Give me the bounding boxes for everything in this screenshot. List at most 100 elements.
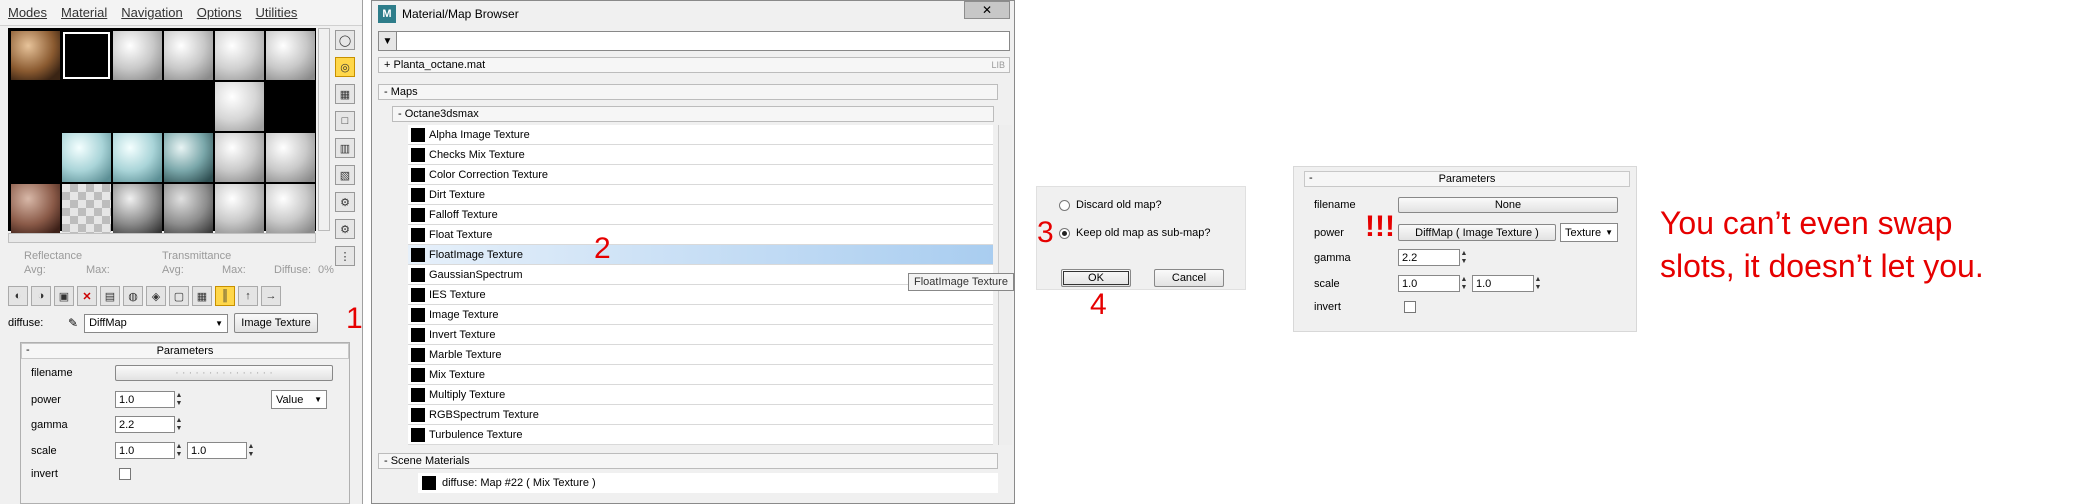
keep-radio[interactable] bbox=[1059, 227, 1070, 239]
parameters-rollout-header[interactable]: - Parameters bbox=[1304, 171, 1630, 187]
menu-navigation[interactable]: Navigation bbox=[121, 5, 182, 20]
sample-type-icon[interactable]: ◯ bbox=[335, 30, 355, 50]
scale-y-spinner[interactable]: 1.0 bbox=[1472, 275, 1534, 292]
uv-tiling-icon[interactable]: □ bbox=[335, 111, 355, 131]
reset-map-icon[interactable]: ✕ bbox=[77, 286, 97, 306]
map-list-item[interactable]: Falloff Texture bbox=[408, 205, 993, 225]
material-slot[interactable] bbox=[164, 133, 213, 182]
material-slot[interactable] bbox=[113, 31, 162, 80]
slot-scrollbar[interactable] bbox=[318, 28, 330, 231]
discard-radio[interactable] bbox=[1059, 199, 1070, 211]
map-list-item[interactable]: IES Texture bbox=[408, 285, 993, 305]
spinner-arrows-icon[interactable]: ▲ ▼ bbox=[1460, 249, 1468, 266]
map-list-item[interactable]: Mix Texture bbox=[408, 365, 993, 385]
material-slot[interactable] bbox=[164, 82, 213, 131]
material-slot[interactable] bbox=[11, 82, 60, 131]
map-list-item[interactable]: Dirt Texture bbox=[408, 185, 993, 205]
map-list-item[interactable]: Marble Texture bbox=[408, 345, 993, 365]
scale-y-spinner[interactable]: 1.0 bbox=[187, 442, 247, 459]
material-slot[interactable] bbox=[62, 82, 111, 131]
material-slot[interactable] bbox=[11, 184, 60, 233]
go-to-parent-icon[interactable]: ↑ bbox=[238, 286, 258, 306]
invert-checkbox[interactable] bbox=[119, 468, 131, 480]
filename-button[interactable]: None bbox=[1398, 197, 1618, 213]
maps-group-header[interactable]: - Maps bbox=[378, 84, 998, 100]
options-icon[interactable]: ⚙ bbox=[335, 192, 355, 212]
collapse-toggle[interactable]: - bbox=[26, 344, 30, 356]
spinner-arrows-icon[interactable]: ▲ ▼ bbox=[1460, 275, 1468, 292]
material-slot[interactable] bbox=[215, 82, 264, 131]
map-type-button[interactable]: Image Texture bbox=[234, 313, 319, 333]
map-list-item[interactable]: Color Correction Texture bbox=[408, 165, 993, 185]
get-material-icon[interactable]: ◐ bbox=[8, 286, 28, 306]
material-slot[interactable] bbox=[164, 184, 213, 233]
invert-checkbox[interactable] bbox=[1404, 301, 1416, 313]
menu-options[interactable]: Options bbox=[197, 5, 242, 20]
power-spinner[interactable]: 1.0 bbox=[115, 391, 175, 408]
material-slot[interactable] bbox=[62, 184, 111, 233]
search-input[interactable]: ▼ bbox=[378, 31, 1010, 51]
menu-utilities[interactable]: Utilities bbox=[256, 5, 298, 20]
map-list-item[interactable]: Turbulence Texture bbox=[408, 425, 993, 445]
map-list-item[interactable]: Multiply Texture bbox=[408, 385, 993, 405]
material-slot[interactable] bbox=[266, 82, 315, 131]
make-unique-icon[interactable]: ◍ bbox=[123, 286, 143, 306]
map-name-combo[interactable]: DiffMap ▼ bbox=[84, 313, 229, 333]
filename-button[interactable]: · · · · · · · · · · · · · · · bbox=[115, 365, 333, 381]
spinner-arrows-icon[interactable]: ▲ ▼ bbox=[175, 442, 183, 459]
spinner-arrows-icon[interactable]: ▲ ▼ bbox=[1534, 275, 1542, 292]
material-slot[interactable] bbox=[62, 133, 111, 182]
map-list-item[interactable]: Float Texture bbox=[408, 225, 993, 245]
map-list-item[interactable]: GaussianSpectrum bbox=[408, 265, 993, 285]
gamma-spinner[interactable]: 2.2 bbox=[115, 416, 175, 433]
map-list-item[interactable]: Alpha Image Texture bbox=[408, 125, 993, 145]
material-slot[interactable] bbox=[164, 31, 213, 80]
video-color-check-icon[interactable]: ▥ bbox=[335, 138, 355, 158]
spinner-arrows-icon[interactable]: ▲ ▼ bbox=[247, 442, 255, 459]
filter-dropdown-icon[interactable]: ▼ bbox=[379, 32, 397, 50]
library-group-header[interactable]: + Planta_octane.mat LIB bbox=[378, 57, 1010, 73]
spinner-arrows-icon[interactable]: ▲ ▼ bbox=[175, 416, 183, 433]
go-forward-sibling-icon[interactable]: → bbox=[261, 286, 281, 306]
assign-material-icon[interactable]: ▣ bbox=[54, 286, 74, 306]
eyedropper-icon[interactable]: ✎ bbox=[68, 316, 78, 330]
keep-option[interactable]: Keep old map as sub-map? bbox=[1059, 227, 1211, 239]
material-slot[interactable] bbox=[266, 184, 315, 233]
put-to-library-icon[interactable]: ◈ bbox=[146, 286, 166, 306]
show-map-icon[interactable]: ▦ bbox=[192, 286, 212, 306]
material-slot[interactable] bbox=[113, 82, 162, 131]
material-id-icon[interactable]: ▢ bbox=[169, 286, 189, 306]
scene-material-item[interactable]: diffuse: Map #22 ( Mix Texture ) bbox=[418, 473, 998, 493]
material-slot[interactable] bbox=[215, 184, 264, 233]
gamma-spinner[interactable]: 2.2 bbox=[1398, 249, 1460, 266]
show-end-result-icon[interactable]: ║ bbox=[215, 286, 235, 306]
power-map-button[interactable]: DiffMap ( Image Texture ) bbox=[1398, 224, 1556, 241]
map-list-item[interactable]: FloatImage Texture bbox=[408, 245, 993, 265]
map-list-item[interactable]: RGBSpectrum Texture bbox=[408, 405, 993, 425]
material-slot[interactable] bbox=[215, 31, 264, 80]
menu-material[interactable]: Material bbox=[61, 5, 107, 20]
scene-materials-header[interactable]: - Scene Materials bbox=[378, 453, 998, 469]
discard-option[interactable]: Discard old map? bbox=[1059, 199, 1162, 211]
material-slot[interactable] bbox=[266, 31, 315, 80]
octane-group-header[interactable]: - Octane3dsmax bbox=[392, 106, 994, 122]
put-to-scene-icon[interactable]: ◑ bbox=[31, 286, 51, 306]
select-by-material-icon[interactable]: ⚙ bbox=[335, 219, 355, 239]
make-preview-icon[interactable]: ▧ bbox=[335, 165, 355, 185]
map-list-item[interactable]: Checks Mix Texture bbox=[408, 145, 993, 165]
map-list-item[interactable]: Image Texture bbox=[408, 305, 993, 325]
material-slot[interactable] bbox=[11, 31, 60, 80]
close-button[interactable]: ✕ bbox=[964, 1, 1010, 19]
map-list-item[interactable]: Invert Texture bbox=[408, 325, 993, 345]
cancel-button[interactable]: Cancel bbox=[1154, 269, 1224, 287]
material-slot[interactable] bbox=[113, 133, 162, 182]
parameters-rollout-header[interactable]: - Parameters bbox=[21, 343, 349, 359]
make-copy-icon[interactable]: ▤ bbox=[100, 286, 120, 306]
menu-modes[interactable]: Modes bbox=[8, 5, 47, 20]
collapse-toggle[interactable]: - bbox=[1309, 172, 1313, 184]
material-slot[interactable] bbox=[266, 133, 315, 182]
scale-x-spinner[interactable]: 1.0 bbox=[1398, 275, 1460, 292]
background-icon[interactable]: ▦ bbox=[335, 84, 355, 104]
material-slot[interactable] bbox=[215, 133, 264, 182]
spinner-arrows-icon[interactable]: ▲ ▼ bbox=[175, 391, 183, 408]
